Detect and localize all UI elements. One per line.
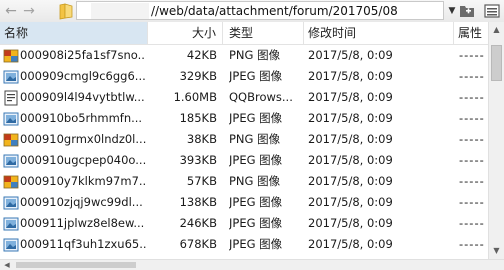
file-modified-time: 2017/5/8, 0:09 [308,90,393,104]
file-name: 000908i25fa1sf7sno... [20,48,146,62]
column-header-name[interactable]: 名称 [0,22,148,44]
file-type: JPEG 图像 [229,195,283,209]
file-attributes: ----- [459,237,485,251]
file-modified-time: 2017/5/8, 0:09 [308,174,393,188]
file-size: 329KB [179,69,217,83]
path-text: //web/data/attachment/forum/201705/08 [151,4,398,18]
file-modified-time: 2017/5/8, 0:09 [308,237,393,251]
file-attributes: ----- [459,153,485,167]
file-type: PNG 图像 [229,48,281,62]
back-arrow-icon[interactable]: ← [2,2,20,20]
file-attributes: ----- [459,69,485,83]
file-size: 246KB [179,216,217,230]
file-type: PNG 图像 [229,132,281,146]
column-header-attributes[interactable]: 属性 [454,22,488,44]
file-type: JPEG 图像 [229,111,283,125]
column-header-modified[interactable]: 修改时间 [304,22,454,44]
vertical-scroll-thumb[interactable] [491,45,502,81]
scroll-up-icon[interactable]: ▲ [489,22,504,38]
file-attributes: ----- [459,174,485,188]
scroll-down-icon[interactable]: ▼ [489,243,504,259]
file-attributes: ----- [459,90,485,104]
file-size: 678KB [179,237,217,251]
new-folder-icon[interactable] [459,3,475,19]
horizontal-scroll-thumb[interactable] [16,262,136,268]
file-row[interactable]: 000910bo5rhmmfn... 185KB JPEG 图像 2017/5/8, … [0,108,488,129]
file-row[interactable]: 000909cmgl9c6gg6... 329KB JPEG 图像 2017/5/8,… [0,66,488,87]
file-attributes: ----- [459,132,485,146]
file-type: JPEG 图像 [229,237,283,251]
file-modified-time: 2017/5/8, 0:09 [308,153,393,167]
file-size: 393KB [179,153,217,167]
path-input[interactable]: //web/data/attachment/forum/201705/08 [76,1,444,20]
file-attributes: ----- [459,216,485,230]
file-name: 000911jplwz8el8ew... [20,216,145,230]
file-type: PNG 图像 [229,174,281,188]
file-row[interactable]: 000908i25fa1sf7sno... 42KB PNG 图像 2017/5/8,… [0,45,488,66]
file-row[interactable]: 000910y7klkm97m7... 57KB PNG 图像 2017/5/8, 0… [0,171,488,192]
list-view-icon[interactable] [484,3,500,19]
jpeg-file-icon [3,111,19,127]
file-attributes: ----- [459,111,485,125]
scroll-left-icon[interactable]: ◀ [0,260,14,270]
file-type: JPEG 图像 [229,153,283,167]
file-type: JPEG 图像 [229,69,283,83]
file-row[interactable]: 000910grmx0lndz0l... 38KB PNG 图像 2017/5/8, … [0,129,488,150]
png-file-icon [3,174,19,190]
file-modified-time: 2017/5/8, 0:09 [308,195,393,209]
file-row[interactable]: 000911jplwz8el8ew... 246KB JPEG 图像 2017/5/8… [0,213,488,234]
file-modified-time: 2017/5/8, 0:09 [308,132,393,146]
file-modified-time: 2017/5/8, 0:09 [308,111,393,125]
file-name: 000910zjqj9wc99dl... [20,195,143,209]
file-modified-time: 2017/5/8, 0:09 [308,69,393,83]
file-row[interactable]: 000909l4l94vytbtlw... 1.60MB QQBrows... 201… [0,87,488,108]
jpeg-file-icon [3,153,19,169]
redacted-region [91,3,149,19]
file-size: 1.60MB [173,90,217,104]
file-name: 000910ugcpep040o... [20,153,146,167]
html-file-icon [3,90,19,106]
file-attributes: ----- [459,48,485,62]
file-size: 38KB [186,132,217,146]
vertical-scrollbar[interactable]: ▲ ▼ [488,22,504,259]
forward-arrow-icon[interactable]: → [20,2,38,20]
folder-icon [59,3,73,20]
file-name: 000910grmx0lndz0l... [20,132,146,146]
file-name: 000911qf3uh1zxu65... [20,237,146,251]
file-type: QQBrows... [229,90,293,104]
file-size: 138KB [179,195,217,209]
file-size: 185KB [179,111,217,125]
horizontal-scrollbar[interactable]: ◀ [0,259,504,270]
file-name: 000910bo5rhmmfn... [20,111,143,125]
file-row[interactable]: 000911qf3uh1zxu65... 678KB JPEG 图像 2017/5/8… [0,234,488,255]
column-header-size[interactable]: 大小 [148,22,223,44]
file-attributes: ----- [459,195,485,209]
jpeg-file-icon [3,69,19,85]
file-name: 000909cmgl9c6gg6... [20,69,146,83]
file-list: 000908i25fa1sf7sno... 42KB PNG 图像 2017/5/8,… [0,45,488,259]
file-modified-time: 2017/5/8, 0:09 [308,216,393,230]
jpeg-file-icon [3,195,19,211]
file-size: 42KB [186,48,217,62]
chevron-down-icon[interactable]: ▼ [446,3,458,19]
file-type: JPEG 图像 [229,216,283,230]
jpeg-file-icon [3,216,19,232]
file-size: 57KB [186,174,217,188]
column-header-type[interactable]: 类型 [223,22,304,44]
column-header-row: 名称 大小 类型 修改时间 属性 [0,22,488,45]
file-modified-time: 2017/5/8, 0:09 [308,48,393,62]
file-name: 000910y7klkm97m7... [20,174,146,188]
toolbar: ← → //web/data/attachment/forum/201705/0… [0,0,504,23]
file-name: 000909l4l94vytbtlw... [20,90,145,104]
png-file-icon [3,48,19,64]
file-row[interactable]: 000910ugcpep040o... 393KB JPEG 图像 2017/5/8,… [0,150,488,171]
jpeg-file-icon [3,237,19,253]
file-row[interactable]: 000910zjqj9wc99dl... 138KB JPEG 图像 2017/5/8… [0,192,488,213]
png-file-icon [3,132,19,148]
